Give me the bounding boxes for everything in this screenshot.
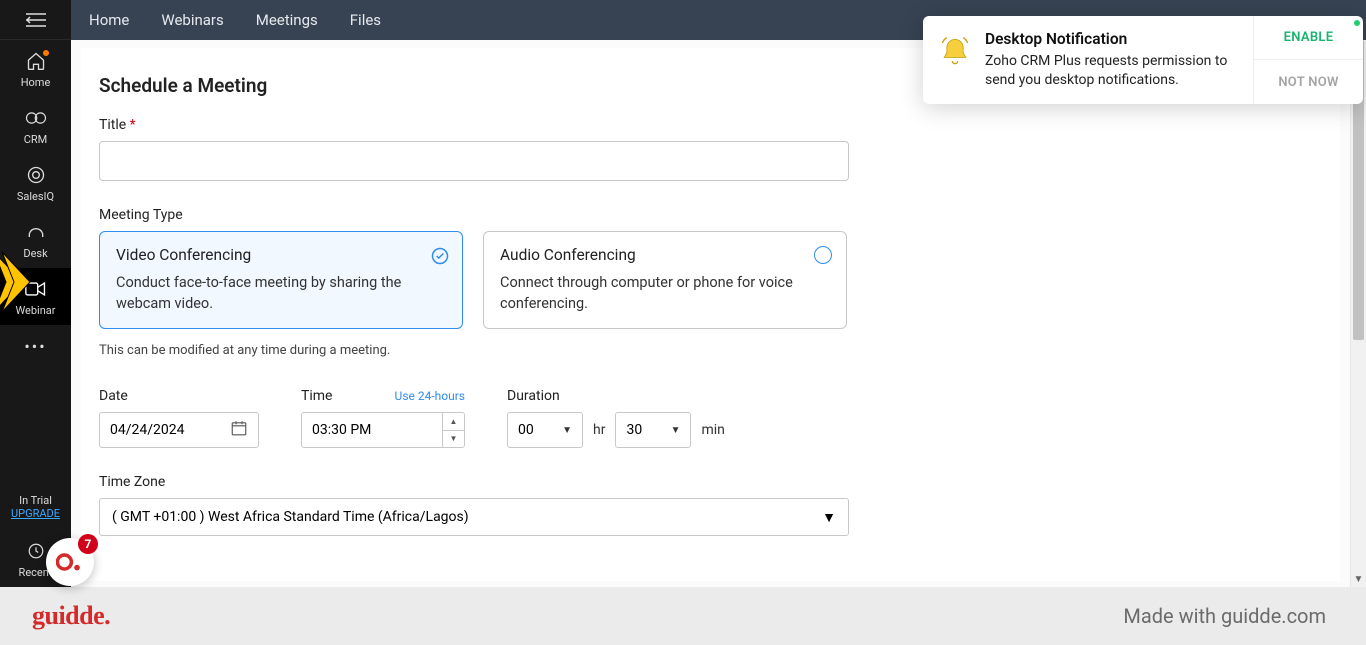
date-value: 04/24/2024	[110, 422, 185, 438]
more-icon: •••	[25, 335, 47, 357]
timezone-label: Time Zone	[99, 474, 1322, 490]
duration-hr-value: 00	[518, 422, 534, 438]
meeting-type-audio[interactable]: Audio Conferencing Connect through compu…	[483, 231, 847, 329]
scroll-down-arrow[interactable]: ▼	[1351, 571, 1366, 587]
date-input[interactable]: 04/24/2024	[99, 412, 259, 448]
meeting-type-label: Meeting Type	[99, 207, 1322, 223]
crm-icon	[25, 107, 47, 129]
caret-down-icon: ▼	[671, 425, 681, 436]
duration-hr-select[interactable]: 00 ▼	[507, 412, 583, 448]
duration-min-select[interactable]: 30 ▼	[615, 412, 691, 448]
sidebar-item-label: Home	[21, 76, 51, 89]
time-label: Time	[301, 388, 332, 404]
sidebar-item-label: Webinar	[15, 304, 55, 317]
sidebar-item-home[interactable]: Home	[0, 40, 71, 97]
nav-item-home[interactable]: Home	[89, 11, 129, 29]
toast-title: Desktop Notification	[985, 30, 1243, 48]
duration-label: Duration	[507, 388, 725, 404]
timezone-value: ( GMT +01:00 ) West Africa Standard Time…	[112, 509, 469, 525]
toast-notnow-button[interactable]: NOT NOW	[1254, 60, 1363, 103]
meeting-type-options: Video Conferencing Conduct face-to-face …	[99, 231, 1322, 329]
sidebar-item-desk[interactable]: Desk	[0, 211, 71, 268]
meeting-type-video[interactable]: Video Conferencing Conduct face-to-face …	[99, 231, 463, 329]
card-title: Video Conferencing	[116, 246, 446, 264]
sidebar-item-webinar[interactable]: Webinar	[0, 268, 71, 325]
time-column: Time Use 24-hours 03:30 PM ▲ ▼	[301, 388, 465, 448]
meeting-type-hint: This can be modified at any time during …	[99, 343, 1322, 358]
card-desc: Conduct face-to-face meeting by sharing …	[116, 272, 446, 314]
nav-item-webinars[interactable]: Webinars	[161, 11, 223, 29]
sidebar-item-more[interactable]: •••	[0, 325, 71, 369]
sidebar-item-label: Desk	[23, 247, 47, 260]
required-marker: *	[130, 117, 136, 133]
schedule-panel: Schedule a Meeting Title * Meeting Type …	[81, 48, 1340, 581]
meeting-title-input[interactable]	[99, 141, 849, 181]
trial-label: In Trial	[0, 494, 71, 507]
footer-brand: guidde.	[32, 601, 110, 631]
sidebar-item-salesiq[interactable]: SalesIQ	[0, 154, 71, 211]
date-column: Date 04/24/2024	[99, 388, 259, 448]
badge-count: 7	[78, 534, 98, 554]
spinner-down[interactable]: ▼	[443, 431, 464, 448]
desk-icon	[25, 221, 47, 243]
use-24h-link[interactable]: Use 24-hours	[395, 389, 465, 403]
guidde-logo-icon	[56, 548, 84, 576]
sidebar-collapse-button[interactable]	[0, 0, 71, 40]
date-label: Date	[99, 388, 259, 404]
hr-unit: hr	[593, 422, 605, 438]
title-field-label: Title *	[99, 117, 1322, 133]
notification-dot-icon	[43, 50, 49, 56]
main-area: Schedule a Meeting Title * Meeting Type …	[71, 40, 1350, 587]
duration-column: Duration 00 ▼ hr 30 ▼ min	[507, 388, 725, 448]
radio-icon	[814, 246, 832, 264]
card-desc: Connect through computer or phone for vo…	[500, 272, 830, 314]
time-input[interactable]: 03:30 PM ▲ ▼	[301, 412, 465, 448]
app-sidebar: Home CRM SalesIQ Desk Webinar ••• In Tri…	[0, 0, 71, 587]
toast-body: Zoho CRM Plus requests permission to sen…	[985, 52, 1243, 90]
calendar-icon	[230, 419, 248, 441]
toast-enable-button[interactable]: ENABLE	[1254, 16, 1363, 60]
time-value: 03:30 PM	[302, 422, 371, 438]
nav-item-files[interactable]: Files	[350, 11, 381, 29]
vertical-scrollbar[interactable]: ▼	[1350, 40, 1366, 587]
sidebar-trial-block: In Trial UPGRADE	[0, 488, 71, 530]
guidde-badge[interactable]: 7	[46, 538, 94, 586]
upgrade-link[interactable]: UPGRADE	[0, 507, 71, 520]
check-icon	[430, 246, 448, 264]
presence-indicator	[1352, 18, 1362, 28]
collapse-icon	[26, 13, 46, 27]
card-title: Audio Conferencing	[500, 246, 830, 264]
webinar-icon	[25, 278, 47, 300]
sidebar-item-crm[interactable]: CRM	[0, 97, 71, 154]
sidebar-item-label: CRM	[24, 133, 48, 146]
duration-min-value: 30	[626, 422, 642, 438]
recent-icon	[25, 540, 47, 562]
bell-icon	[937, 34, 973, 70]
sidebar-item-label: SalesIQ	[17, 190, 54, 203]
caret-down-icon: ▼	[822, 509, 836, 526]
footer-bar: guidde. Made with guidde.com	[0, 587, 1366, 645]
time-spinner: ▲ ▼	[442, 413, 464, 447]
salesiq-icon	[25, 164, 47, 186]
footer-attribution: Made with guidde.com	[1123, 604, 1326, 628]
min-unit: min	[701, 422, 724, 438]
nav-item-meetings[interactable]: Meetings	[256, 11, 318, 29]
timezone-select[interactable]: ( GMT +01:00 ) West Africa Standard Time…	[99, 498, 849, 536]
spinner-up[interactable]: ▲	[443, 413, 464, 431]
desktop-notification-toast: Desktop Notification Zoho CRM Plus reque…	[923, 16, 1363, 104]
caret-down-icon: ▼	[562, 425, 572, 436]
